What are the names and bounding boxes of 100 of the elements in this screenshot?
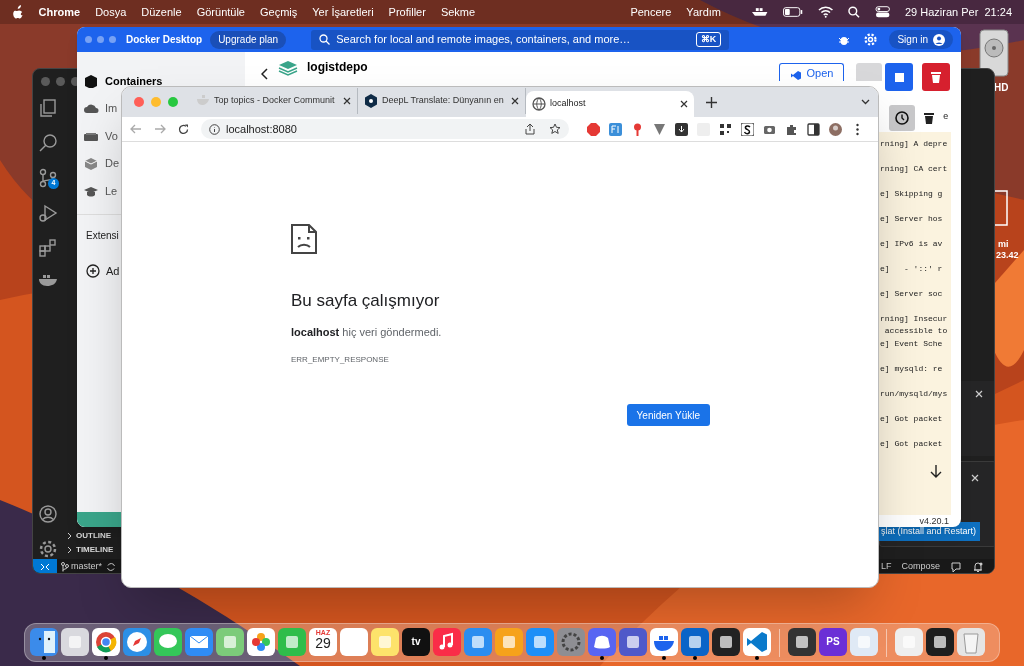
nav-item[interactable]: Le [83,183,118,198]
close-icon[interactable] [343,97,351,105]
menu-item[interactable]: Sekme [440,3,476,21]
nav-item[interactable]: Im [83,101,118,116]
chevron-down-icon[interactable] [861,99,870,105]
url-input[interactable]: localhost:8080 [226,120,519,138]
status-item[interactable]: LF [880,560,892,573]
app-icon[interactable]: PS [819,627,847,656]
search-icon[interactable] [38,133,58,153]
star-icon[interactable] [549,123,561,135]
history-button[interactable] [889,105,915,131]
app-menu[interactable]: Chrome [38,3,81,21]
apple-icon[interactable] [12,5,24,19]
app-icon[interactable] [247,627,275,656]
control-center-icon[interactable] [874,6,890,18]
reload-icon[interactable] [178,123,189,135]
settings-icon[interactable] [38,539,58,559]
nav-item[interactable]: Vo [83,128,118,143]
scroll-down-icon[interactable] [930,464,942,478]
back-icon[interactable] [261,68,269,80]
menu-item[interactable]: Dosya [95,3,127,21]
log-line: rning] CA cert [880,163,948,175]
avatar-icon[interactable] [829,122,842,136]
section-header[interactable]: TIMELINE [76,544,114,556]
trash-icon[interactable] [924,112,934,124]
sidebar-icon[interactable] [807,122,820,136]
app-icon[interactable] [154,627,182,656]
files-icon[interactable] [38,98,58,118]
search-icon [319,34,331,45]
browser-tab[interactable]: DeepL Translate: Dünyanın en [358,88,526,114]
app-icon[interactable] [743,627,771,656]
clock-icon [895,111,909,125]
app-icon[interactable] [588,627,616,656]
stop-button[interactable] [885,63,913,91]
app-icon[interactable] [650,627,678,656]
menu-item[interactable]: Yardım [686,3,721,21]
source-control-icon[interactable] [38,168,58,188]
bell-icon[interactable] [972,561,984,573]
app-icon[interactable] [92,627,120,656]
app-icon[interactable] [61,627,89,656]
app-icon[interactable]: tv [402,627,430,656]
error-code: ERR_EMPTY_RESPONSE [291,354,390,366]
app-icon[interactable] [185,627,213,656]
feedback-icon[interactable] [950,561,962,573]
close-icon[interactable] [511,97,519,105]
nav-item[interactable]: De [83,156,120,171]
add-extensions-item[interactable]: Ad [86,262,120,279]
whale-icon[interactable] [38,273,58,287]
app-icon[interactable] [30,627,58,656]
container-name: logistdepo [307,59,368,76]
extension-icon[interactable] [741,122,754,136]
search-input[interactable]: Search for local and remote images, containers, and more… [336,31,690,48]
menu-item[interactable]: Düzenle [141,3,182,21]
section-header[interactable]: OUTLINE [76,530,112,542]
whale-icon[interactable] [751,6,769,18]
triangle-icon[interactable] [653,122,666,136]
run-debug-icon[interactable] [38,203,58,223]
app-icon[interactable] [788,627,816,656]
wifi-icon[interactable] [817,6,833,18]
hexagon-icon [364,93,378,109]
menu-item[interactable]: Pencere [630,3,672,21]
stop-sign-icon[interactable] [587,122,600,136]
nav-item[interactable]: Containers [83,73,163,88]
plus-icon[interactable] [706,96,717,108]
sync-icon[interactable] [106,562,116,572]
app-icon[interactable] [926,627,954,656]
close-icon[interactable] [680,100,688,108]
browser-tab[interactable]: localhost [526,91,694,117]
remote-icon[interactable] [33,559,57,573]
puzzle-icon[interactable] [785,122,798,136]
hard-drive-icon[interactable] [978,28,1010,78]
menu-item[interactable]: Geçmiş [260,3,298,21]
extensions-icon[interactable] [38,238,58,258]
qr-code-icon[interactable] [719,122,732,136]
pin-icon[interactable] [631,122,644,136]
sign-in-button[interactable]: Sign in [889,30,953,49]
account-icon[interactable] [38,504,58,524]
download-icon[interactable] [675,122,688,136]
reload-button[interactable]: Yeniden Yükle [626,404,710,426]
browser-tab[interactable]: Top topics - Docker Communit [190,88,358,114]
battery-icon[interactable] [783,7,803,17]
menu-item[interactable]: Profiller [388,3,426,21]
branch-indicator[interactable]: master* [61,560,102,573]
app-icon[interactable] [712,627,740,656]
clock[interactable]: 29 Haziran Per 21:24 [905,3,1012,21]
delete-button[interactable] [922,63,950,91]
menu-item[interactable]: Yer İşaretleri [312,3,374,21]
log-line: run/mysqld/mys [880,388,948,400]
status-item[interactable]: Compose [901,560,940,573]
upgrade-button[interactable]: Upgrade plan [210,30,287,49]
info-icon[interactable] [209,123,220,135]
search-icon[interactable] [848,6,860,18]
address-bar[interactable]: localhost:8080 [201,119,569,139]
share-icon[interactable] [525,123,535,135]
app-icon[interactable] [216,627,244,656]
search-field[interactable]: Search for local and remote images, containers, and more… ⌘K [311,29,730,50]
app-icon[interactable] [123,627,151,656]
app-icon[interactable] [433,627,461,656]
open-button[interactable]: Open [779,63,844,81]
menu-item[interactable]: Görüntüle [196,3,245,21]
